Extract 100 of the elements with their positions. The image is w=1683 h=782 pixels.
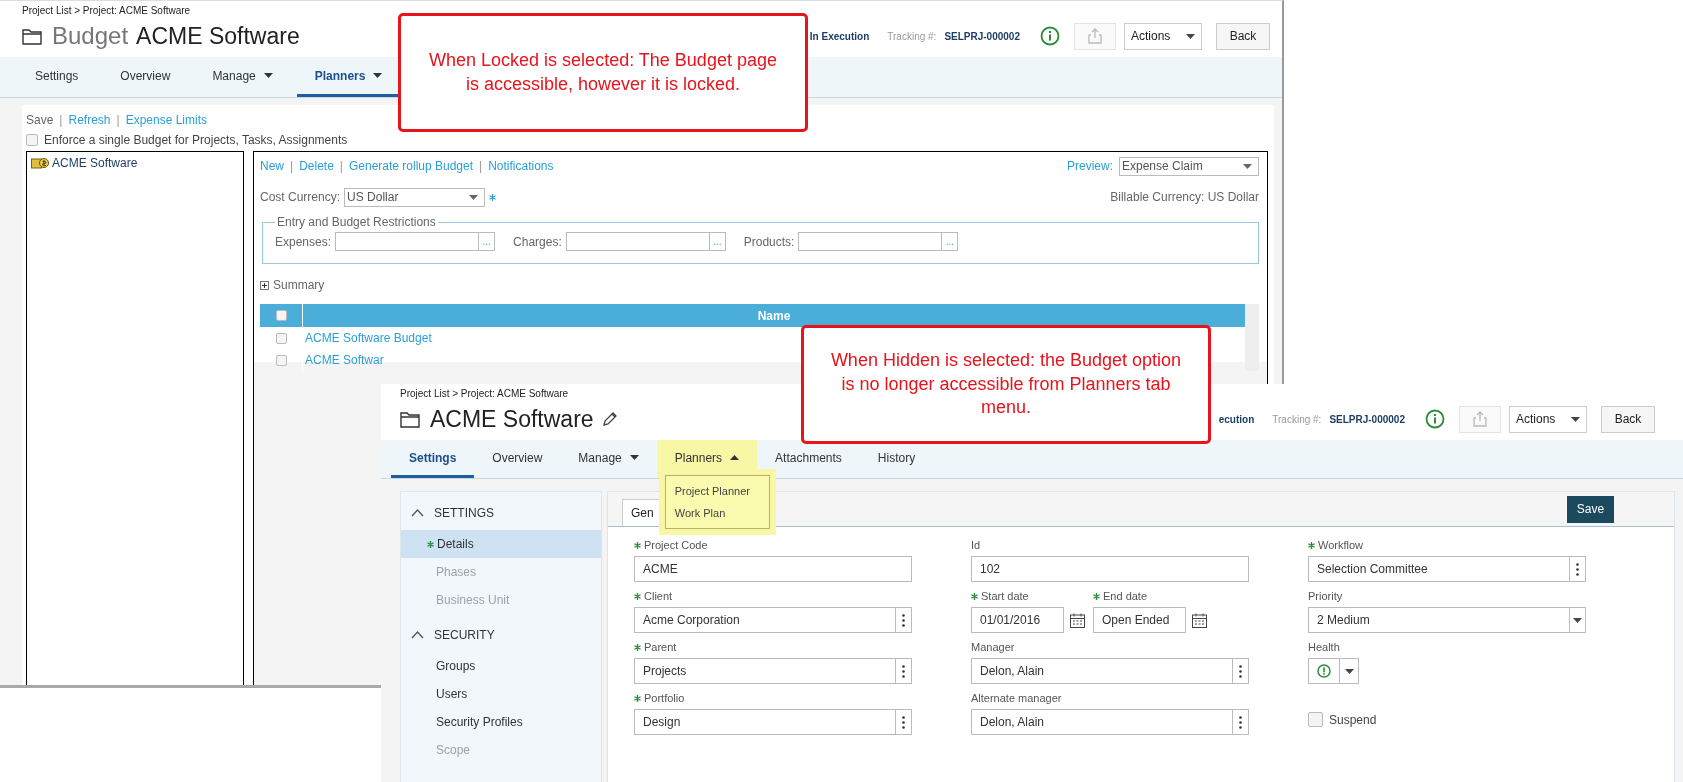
breadcrumb: Project List > Project: ACME Software [400,388,569,400]
picker-field[interactable]: Delon, Alain [971,709,1249,735]
caret-down-icon[interactable] [1344,668,1354,674]
input-field[interactable] [798,232,943,251]
input-field[interactable] [565,232,710,251]
required-icon [1308,541,1315,549]
calendar-icon[interactable] [1070,612,1085,628]
required-icon [634,643,641,651]
input-field[interactable]: 102 [971,556,1249,582]
calendar-icon[interactable] [1192,612,1207,628]
more-icon[interactable] [1239,715,1242,729]
caret-down-icon[interactable] [1243,163,1252,169]
status-text: In Execution [809,30,870,42]
more-icon[interactable] [902,613,905,627]
checkbox[interactable] [26,134,38,146]
sidebar-item[interactable]: Security Profiles [401,708,601,736]
preview-label: Preview: [1067,159,1113,173]
select-all-checkbox[interactable] [275,310,287,321]
caret-down-icon[interactable] [1186,33,1195,39]
tracking-label: Tracking #: [1272,413,1322,425]
field-label: Parent [634,639,912,655]
expand-icon[interactable] [260,280,269,290]
more-icon[interactable] [902,715,905,729]
field-label: Cost Currency: [260,190,341,204]
more-icon[interactable] [902,664,905,678]
field-label: Alternate manager [971,691,1063,706]
actions-dropdown[interactable]: Actions [1124,22,1202,50]
more-icon[interactable] [1576,562,1579,576]
tracking-label: Tracking #: [887,30,937,42]
field-label: Manager [971,640,1016,655]
preview-dropdown[interactable]: Expense Claim [1119,156,1259,176]
sidebar-item[interactable]: Groups [401,652,601,680]
nav-tab[interactable]: Overview [474,440,561,478]
chevron-up-icon[interactable] [411,509,424,517]
health-status-icon [1317,664,1331,678]
picker-field[interactable]: Acme Corporation [634,607,912,633]
billable-currency-text: Billable Currency: US Dollar [1110,190,1259,204]
select-field[interactable]: 2 Medium [1308,607,1586,633]
section-title: SETTINGS [434,506,494,520]
separator: | [116,113,120,127]
separator: | [290,159,294,173]
picker-field[interactable]: Selection Committee [1308,556,1586,582]
toolbar-link[interactable]: Save [26,113,54,127]
chevron-up-icon[interactable] [411,631,424,639]
page-title: ACME Software [136,22,300,50]
more-icon[interactable] [1239,664,1242,678]
separator: | [339,159,343,173]
field-label: Workflow [1308,537,1586,553]
input-field[interactable] [335,232,480,251]
field-label: Client [634,588,912,604]
caret-down-icon[interactable] [1571,416,1580,422]
required-icon [634,592,641,600]
checkbox-label: Suspend [1329,712,1377,727]
save-button[interactable]: Save [1567,495,1614,523]
status-text: ecution [1218,413,1255,425]
back-button[interactable]: Back [1216,22,1270,50]
picker-field[interactable]: Design [634,709,912,735]
actions-dropdown[interactable]: Actions [1509,405,1587,433]
folder-icon [22,27,42,45]
separator: | [479,159,483,173]
nav-tab[interactable]: Settings [17,57,97,97]
caret-down-icon[interactable] [1573,617,1582,623]
field-label: Project Code [634,537,912,553]
required-icon [1093,592,1100,600]
back-button[interactable]: Back [1601,405,1655,433]
edit-icon[interactable] [601,411,618,427]
picker-field[interactable]: Projects [634,658,912,684]
currency-dropdown[interactable]: US Dollar [344,187,486,207]
date-field[interactable]: Open Ended [1093,607,1186,633]
caret-down-icon[interactable] [469,194,479,200]
nav-tab[interactable]: Manage [194,57,291,97]
date-field[interactable]: 01/01/2016 [971,607,1064,633]
field-label: Id [971,538,982,553]
section-label: Summary [273,278,325,292]
row-checkbox[interactable] [275,354,287,366]
nav-tab[interactable]: Overview [102,57,189,97]
field-label: Charges: [513,234,562,249]
input-field[interactable]: ACME [634,556,912,582]
required-icon [427,540,434,548]
row-checkbox[interactable] [275,332,287,344]
field-label: Priority [1308,589,1344,604]
required-icon [971,592,978,600]
picker-field[interactable]: Delon, Alain [971,658,1249,684]
field-label: End date [1093,588,1207,604]
sidebar-item[interactable]: Details [401,530,601,558]
nav-tab[interactable]: Manage [560,440,657,478]
budget-folder-icon [31,157,49,169]
menu-item[interactable]: Project Planner [665,480,769,502]
checkbox[interactable] [1308,712,1323,727]
health-dropdown[interactable] [1308,658,1359,684]
sidebar-item[interactable]: Users [401,680,601,708]
info-icon[interactable] [1040,26,1060,46]
info-icon[interactable] [1425,409,1445,429]
annotation-callout: When Hidden is selected: the Budget option is no longer accessible from Planners tab menu. [801,325,1211,444]
breadcrumb: Project List > Project: ACME Software [22,5,191,17]
separator: | [59,113,63,127]
tree-item[interactable]: ACME Software [52,156,138,170]
checkbox-label: Enforce a single Budget for Projects, Tasks, Assignments [44,133,348,147]
tracking-number: SELPRJ-000002 [1329,413,1405,425]
required-icon [634,541,641,549]
